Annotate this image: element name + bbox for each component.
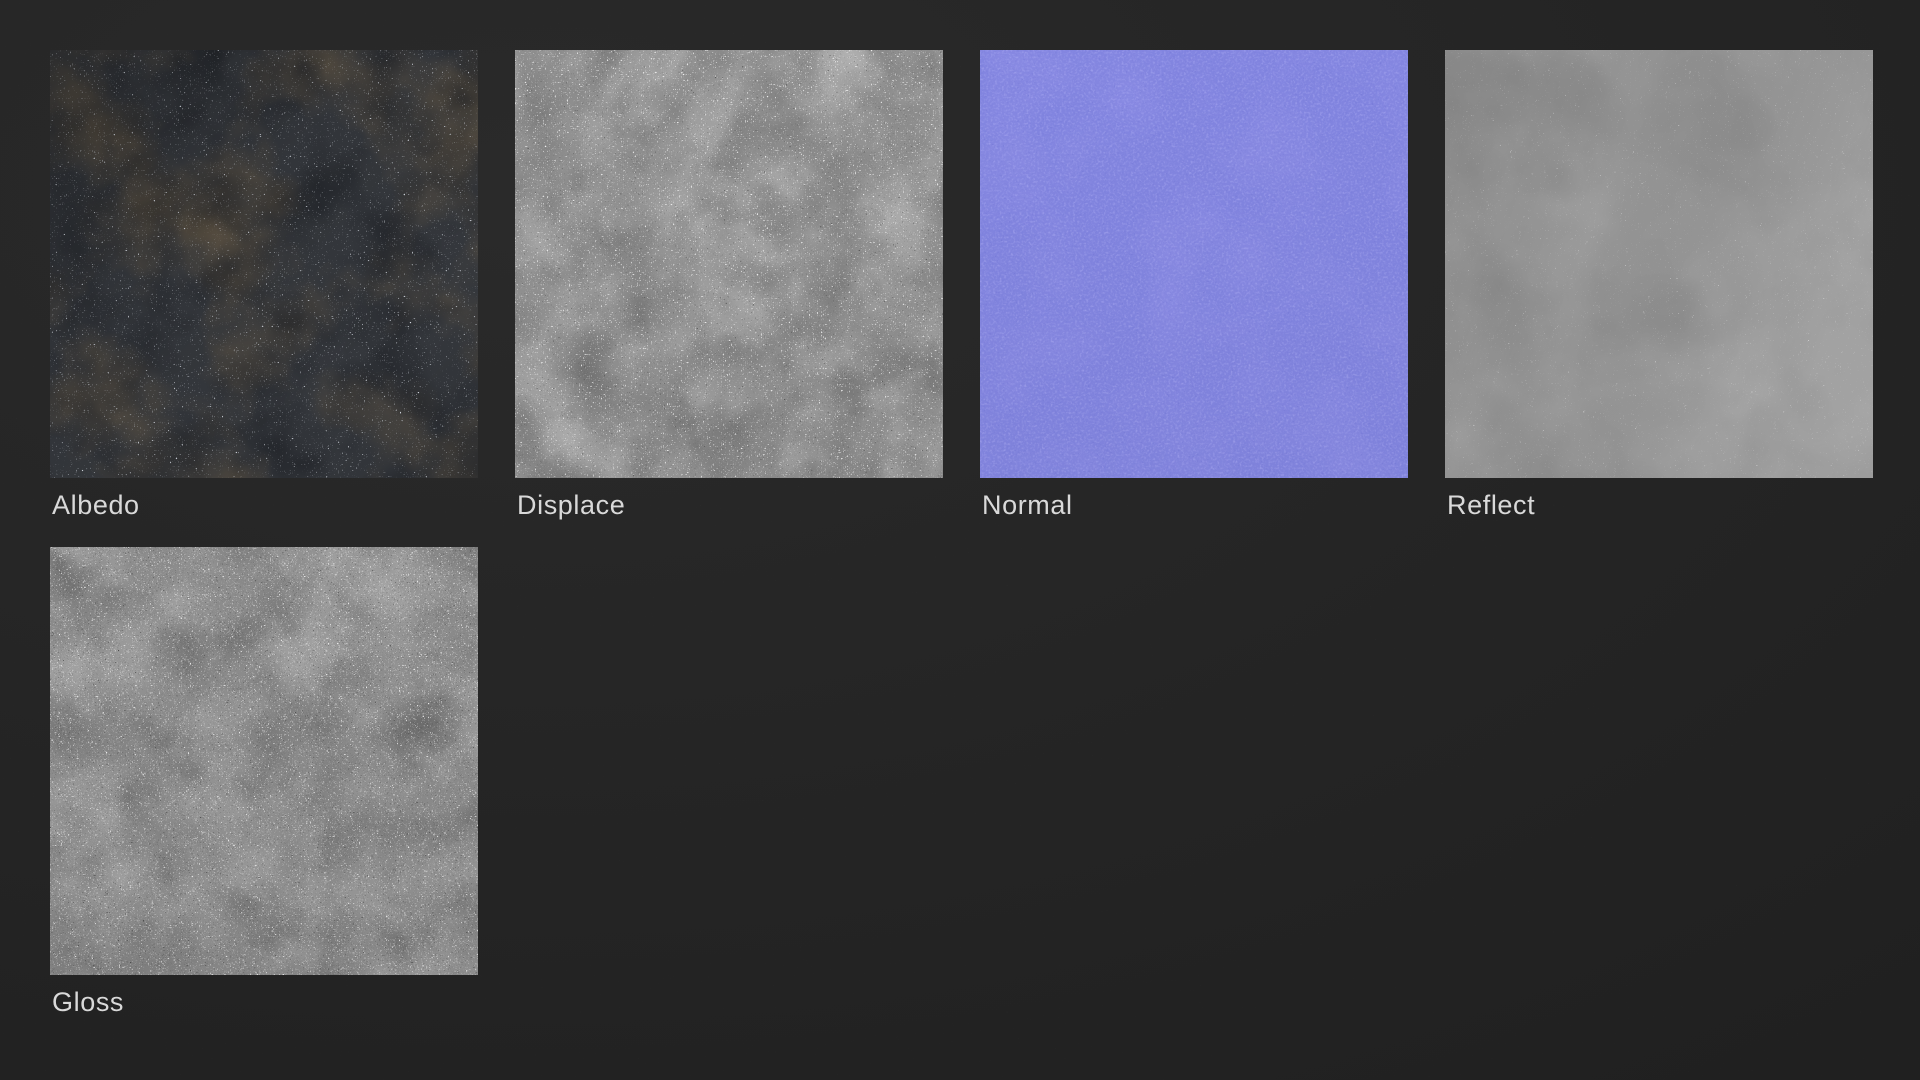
texture-image	[980, 50, 1408, 478]
texture-thumbnail[interactable]	[50, 547, 478, 975]
texture-thumbnail[interactable]	[980, 50, 1408, 478]
texture-image	[50, 547, 478, 975]
texture-image	[50, 50, 478, 478]
texture-label-reflect: Reflect	[1447, 490, 1536, 520]
texture-tile-normal[interactable]: Normal	[980, 50, 1408, 547]
texture-image	[1445, 50, 1873, 478]
texture-label-albedo: Albedo	[52, 490, 140, 520]
texture-tile-gloss[interactable]: Gloss	[50, 547, 478, 1044]
texture-thumbnail[interactable]	[515, 50, 943, 478]
texture-image	[515, 50, 943, 478]
texture-label-displace: Displace	[517, 490, 626, 520]
texture-tile-reflect[interactable]: Reflect	[1445, 50, 1873, 547]
texture-thumbnail[interactable]	[50, 50, 478, 478]
texture-label-gloss: Gloss	[52, 987, 125, 1017]
texture-label-normal: Normal	[982, 490, 1073, 520]
texture-thumbnail[interactable]	[1445, 50, 1873, 478]
texture-tile-displace[interactable]: Displace	[515, 50, 943, 547]
texture-map-grid: Albedo Displace Normal Reflect Gloss	[50, 50, 1874, 1044]
texture-tile-albedo[interactable]: Albedo	[50, 50, 478, 547]
